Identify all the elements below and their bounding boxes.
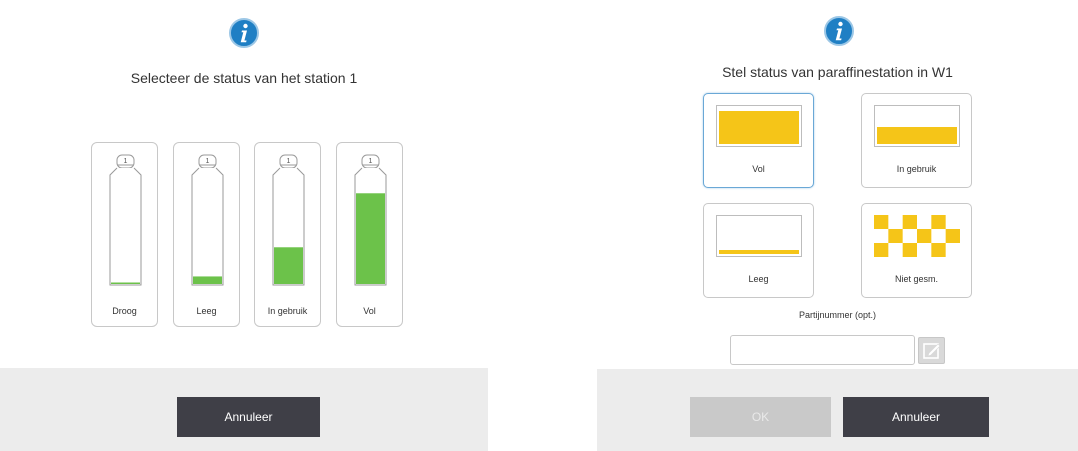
bottle-number: 1	[287, 158, 291, 165]
paraffin-option-full[interactable]: Vol	[703, 93, 814, 188]
info-icon	[229, 18, 259, 48]
bottle-icon: 1	[354, 154, 387, 286]
bottle-icon: 1	[109, 154, 142, 286]
dialog-footer: OK Annuleer	[597, 369, 1078, 451]
ok-button[interactable]: OK	[690, 397, 831, 437]
info-icon	[824, 16, 854, 46]
paraffin-status-dialog: Stel status van paraffinestation in W1 V…	[597, 0, 1078, 451]
bottle-cap: 1	[279, 154, 298, 169]
bottle-option-label: Droog	[112, 306, 137, 316]
bottle-fill-level	[356, 193, 385, 284]
bottle-cap: 1	[116, 154, 135, 169]
paraffin-option-label: Vol	[752, 164, 765, 174]
bottle-option-label: Vol	[363, 306, 376, 316]
paraffin-full-icon	[716, 105, 802, 147]
batch-number-input[interactable]	[730, 335, 915, 365]
cancel-button[interactable]: Annuleer	[843, 397, 989, 437]
bottle-icon: 1	[272, 154, 305, 286]
paraffin-option-label: In gebruik	[896, 164, 937, 174]
bottle-icon: 1	[191, 154, 224, 286]
bottle-option-dry[interactable]: 1 Droog	[91, 142, 158, 327]
paraffin-not-melted-icon	[874, 215, 960, 257]
bottle-body	[191, 167, 224, 286]
bottle-option-full[interactable]: 1 Vol	[336, 142, 403, 327]
bottle-fill-level	[274, 247, 303, 284]
edit-batch-button[interactable]	[918, 337, 945, 364]
bottle-fill-level	[193, 276, 222, 284]
bottle-option-in-use[interactable]: 1 In gebruik	[254, 142, 321, 327]
paraffin-option-label: Leeg	[748, 274, 769, 284]
batch-number-label: Partijnummer (opt.)	[798, 310, 877, 320]
paraffin-option-label: Niet gesm.	[894, 274, 938, 284]
bottle-option-label: In gebruik	[267, 306, 308, 316]
paraffin-option-in-use[interactable]: In gebruik	[861, 93, 972, 188]
paraffin-option-empty[interactable]: Leeg	[703, 203, 814, 298]
bottle-option-empty[interactable]: 1 Leeg	[173, 142, 240, 327]
bottle-option-label: Leeg	[196, 306, 217, 316]
bottle-cap: 1	[361, 154, 380, 169]
dialog-footer: Annuleer	[0, 368, 488, 451]
paraffin-option-not-melted[interactable]: Niet gesm.	[861, 203, 972, 298]
paraffin-empty-icon	[716, 215, 802, 257]
bottle-fill-level	[111, 282, 140, 284]
dialog-title: Stel status van paraffinestation in W1	[722, 64, 953, 80]
bottle-number: 1	[369, 158, 373, 165]
station-status-dialog: Selecteer de status van het station 1 1 …	[0, 0, 488, 451]
paraffin-in-use-icon	[874, 105, 960, 147]
pencil-edit-icon	[923, 343, 941, 359]
bottle-number: 1	[206, 158, 210, 165]
bottle-number: 1	[124, 158, 128, 165]
dialog-title: Selecteer de status van het station 1	[130, 70, 358, 86]
cancel-button[interactable]: Annuleer	[177, 397, 320, 437]
bottle-body	[109, 167, 142, 286]
bottle-cap: 1	[198, 154, 217, 169]
